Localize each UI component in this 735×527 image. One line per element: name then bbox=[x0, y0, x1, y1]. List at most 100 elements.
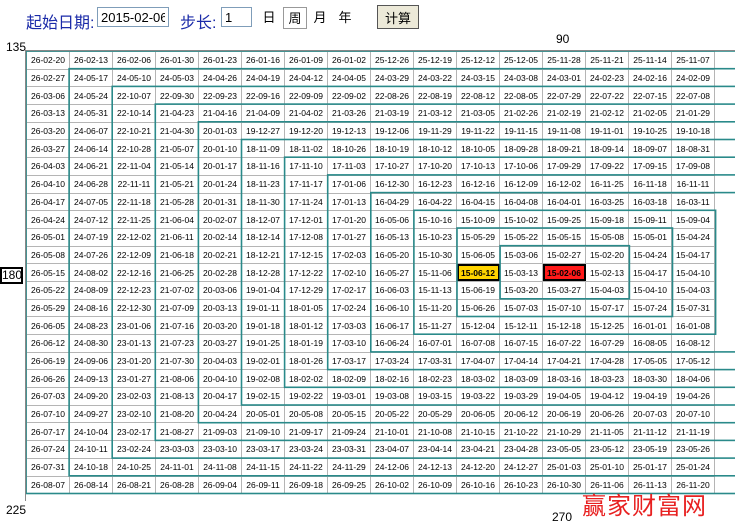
date-cell: 16-04-22 bbox=[413, 192, 457, 212]
calculate-button[interactable]: 计算 bbox=[377, 5, 419, 29]
date-cell: 22-09-30 bbox=[155, 86, 199, 106]
date-cell: 15-10-16 bbox=[413, 210, 457, 229]
date-cell: 18-11-09 bbox=[241, 139, 285, 159]
date-cell: 23-05-26 bbox=[671, 440, 715, 459]
date-cell: 22-12-09 bbox=[112, 245, 156, 265]
date-cell: 23-05-12 bbox=[585, 440, 629, 459]
unit-month-option[interactable]: 月 bbox=[311, 7, 329, 29]
date-cell: 15-05-08 bbox=[585, 227, 629, 247]
date-cell: 18-03-09 bbox=[499, 369, 543, 389]
date-cell: 20-05-08 bbox=[284, 404, 328, 424]
date-cell: 23-02-17 bbox=[112, 422, 156, 442]
date-cell: 19-11-01 bbox=[585, 121, 629, 141]
grid-row: 26-04-24 24-07-12 22-11-25 21-06-04 20-02-07… bbox=[26, 210, 715, 229]
date-cell: 20-07-03 bbox=[628, 404, 672, 424]
date-cell: 16-06-03 bbox=[370, 280, 414, 300]
date-cell: 21-04-02 bbox=[284, 104, 328, 123]
date-cell: 16-04-15 bbox=[456, 192, 500, 212]
date-grid: 26-02-20 26-02-13 26-02-06 26-01-30 26-01-23… bbox=[25, 50, 735, 501]
date-cell: 15-06-12 bbox=[456, 263, 500, 282]
date-cell: 15-04-03 bbox=[585, 280, 629, 300]
date-cell: 24-03-22 bbox=[413, 68, 457, 88]
date-cell: 24-11-22 bbox=[284, 457, 328, 477]
date-cell: 18-02-23 bbox=[413, 369, 457, 389]
date-cell: 22-11-18 bbox=[112, 192, 156, 212]
start-date-input[interactable] bbox=[97, 7, 169, 27]
date-cell: 15-04-03 bbox=[671, 280, 715, 300]
date-cell: 24-07-19 bbox=[69, 227, 113, 247]
date-cell: 24-08-30 bbox=[69, 334, 113, 353]
unit-day-option[interactable]: 日 bbox=[260, 7, 278, 29]
date-cell: 24-05-10 bbox=[112, 68, 156, 88]
date-cell: 17-12-08 bbox=[284, 227, 328, 247]
date-cell: 15-02-27 bbox=[542, 245, 586, 265]
date-cell: 15-06-26 bbox=[456, 298, 500, 318]
unit-year-option[interactable]: 年 bbox=[336, 7, 354, 29]
step-label: 步长: bbox=[180, 15, 217, 32]
date-cell: 26-01-16 bbox=[241, 51, 285, 70]
date-cell: 17-04-21 bbox=[542, 351, 586, 371]
date-cell: 20-05-22 bbox=[370, 404, 414, 424]
date-cell: 23-01-20 bbox=[112, 351, 156, 371]
date-cell: 18-01-26 bbox=[284, 351, 328, 371]
date-cell: 19-11-15 bbox=[499, 121, 543, 141]
date-cell: 15-11-20 bbox=[413, 298, 457, 318]
date-cell: 24-08-16 bbox=[69, 298, 113, 318]
date-cell: 19-10-25 bbox=[628, 121, 672, 141]
date-cell: 23-03-03 bbox=[155, 440, 199, 459]
date-cell: 20-03-20 bbox=[198, 316, 242, 335]
date-cell: 26-05-22 bbox=[26, 280, 70, 300]
date-cell: 16-08-05 bbox=[628, 334, 672, 353]
date-cell: 17-09-22 bbox=[585, 157, 629, 176]
date-cell: 22-10-07 bbox=[112, 86, 156, 106]
date-cell: 21-08-27 bbox=[155, 422, 199, 442]
date-cell: 26-07-31 bbox=[26, 457, 70, 477]
date-cell: 19-03-01 bbox=[327, 387, 371, 406]
date-cell: 15-06-19 bbox=[456, 280, 500, 300]
date-cell: 19-11-29 bbox=[413, 121, 457, 141]
date-cell: 24-04-26 bbox=[198, 68, 242, 88]
date-cell: 21-03-12 bbox=[413, 104, 457, 123]
date-cell: 25-01-10 bbox=[585, 457, 629, 477]
date-cell: 24-03-01 bbox=[542, 68, 586, 88]
date-cell: 20-04-17 bbox=[198, 387, 242, 406]
date-cell: 18-09-28 bbox=[499, 139, 543, 159]
date-cell: 24-09-27 bbox=[69, 404, 113, 424]
date-cell: 18-10-05 bbox=[456, 139, 500, 159]
date-cell: 21-10-15 bbox=[456, 422, 500, 442]
date-cell: 15-07-17 bbox=[585, 298, 629, 318]
date-cell: 15-04-24 bbox=[628, 245, 672, 265]
date-cell: 16-12-16 bbox=[456, 174, 500, 194]
date-cell: 17-01-13 bbox=[327, 192, 371, 212]
date-cell: 24-10-04 bbox=[69, 422, 113, 442]
grid-row: 26-04-10 24-06-28 22-11-11 21-05-21 20-01-24… bbox=[26, 174, 715, 194]
date-cell: 19-11-08 bbox=[542, 121, 586, 141]
date-cell: 21-02-05 bbox=[628, 104, 672, 123]
date-cell: 15-05-22 bbox=[499, 227, 543, 247]
date-cell: 22-10-14 bbox=[112, 104, 156, 123]
date-cell: 15-10-30 bbox=[413, 245, 457, 265]
angle-label-top: 90 bbox=[556, 32, 570, 46]
date-cell: 23-04-14 bbox=[413, 440, 457, 459]
date-cell: 21-05-21 bbox=[155, 174, 199, 194]
grid-row: 26-06-26 24-09-13 23-01-27 21-08-06 20-04-10… bbox=[26, 369, 715, 389]
date-cell: 26-10-02 bbox=[370, 475, 414, 495]
date-cell: 15-04-17 bbox=[628, 263, 672, 282]
date-cell: 25-11-28 bbox=[542, 51, 586, 70]
date-cell: 21-06-04 bbox=[155, 210, 199, 229]
date-cell: 25-01-03 bbox=[542, 457, 586, 477]
step-input[interactable] bbox=[221, 7, 252, 27]
grid-row: 26-03-20 24-06-07 22-10-21 21-04-30 20-01-03… bbox=[26, 121, 715, 141]
date-cell: 26-01-30 bbox=[155, 51, 199, 70]
unit-week-option[interactable]: 周 bbox=[283, 7, 307, 29]
date-cell: 25-11-14 bbox=[628, 51, 672, 70]
date-cell: 24-11-01 bbox=[155, 457, 199, 477]
grid-row: 26-03-06 24-05-24 22-10-07 22-09-30 22-09-23… bbox=[26, 86, 715, 106]
date-cell: 21-08-06 bbox=[155, 369, 199, 389]
date-cell: 16-11-25 bbox=[585, 174, 629, 194]
date-cell: 16-01-08 bbox=[671, 316, 715, 335]
date-cell: 22-08-19 bbox=[413, 86, 457, 106]
date-cell: 26-08-28 bbox=[155, 475, 199, 495]
date-cell: 19-10-18 bbox=[671, 121, 715, 141]
date-cell: 18-11-02 bbox=[284, 139, 328, 159]
